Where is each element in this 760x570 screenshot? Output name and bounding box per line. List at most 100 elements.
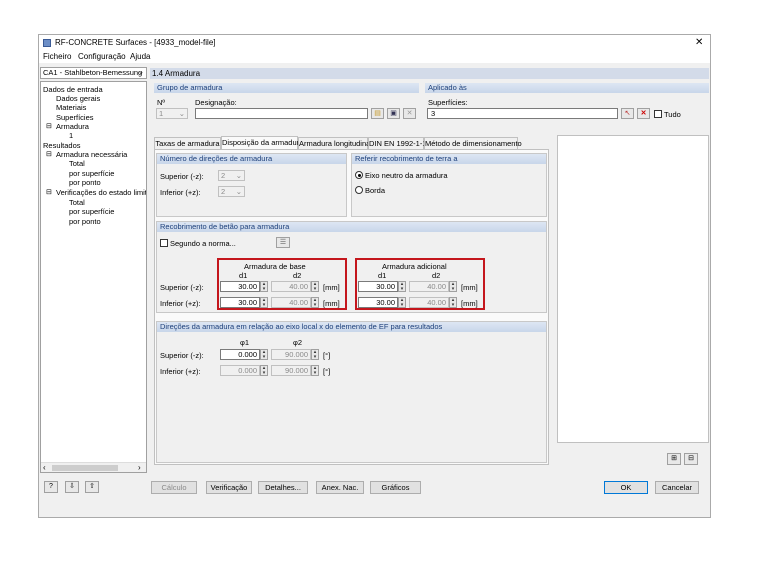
add-bottom-d2-input[interactable]: 40.00	[409, 297, 449, 308]
spinner-icon[interactable]: ▴ ▾	[398, 297, 406, 308]
tree-per-point-2[interactable]: por ponto	[69, 217, 101, 226]
ok-button[interactable]: OK	[604, 481, 648, 494]
add-title: Armadura adicional	[382, 262, 447, 271]
base-top-d2-input[interactable]: 40.00	[271, 281, 311, 292]
scroll-left-icon[interactable]: ‹	[43, 463, 46, 472]
spinner-icon[interactable]: ▴ ▾	[311, 349, 319, 360]
spinner-icon[interactable]: ▴ ▾	[260, 349, 268, 360]
base-bottom-d1-input[interactable]: 30.00	[220, 297, 260, 308]
export-icon[interactable]: ⊞	[667, 453, 681, 465]
tree-reinforcement-1[interactable]: 1	[69, 131, 73, 140]
all-label: Tudo	[664, 110, 681, 119]
top-phi2-input[interactable]: 90.000	[271, 349, 311, 360]
save-template-icon[interactable]: ⇩	[65, 481, 79, 493]
cancel-button[interactable]: Cancelar	[655, 481, 699, 494]
base-title: Armadura de base	[244, 262, 306, 271]
tree-total-2[interactable]: Total	[69, 198, 85, 207]
cover-panel: Recobrimento de betão para armadura Segu…	[156, 221, 547, 313]
graphics-button[interactable]: Gráficos	[370, 481, 421, 494]
group-no-value: 1	[159, 109, 164, 118]
menu-file[interactable]: Ficheiro	[43, 52, 71, 61]
tree-results[interactable]: Resultados	[43, 141, 81, 150]
title-bar[interactable]: RF-CONCRETE Surfaces - [4933_model-file]…	[39, 35, 710, 51]
check-button[interactable]: Verificação	[206, 481, 252, 494]
all-checkbox[interactable]	[654, 110, 662, 118]
bottom-phi1-input[interactable]: 0.000	[220, 365, 260, 376]
copy-icon[interactable]: ▣	[387, 108, 400, 119]
cover-top-label: Superior (-z):	[160, 283, 204, 292]
directions-bottom-select[interactable]: 2 ⌄	[218, 186, 245, 197]
base-bottom-d2-input[interactable]: 40.00	[271, 297, 311, 308]
chevron-down-icon: ⌄	[235, 171, 242, 180]
norm-checkbox[interactable]	[160, 239, 168, 247]
bottom-phi2-input[interactable]: 90.000	[271, 365, 311, 376]
add-top-d2-input[interactable]: 40.00	[409, 281, 449, 292]
tree-per-point-1[interactable]: por ponto	[69, 178, 101, 187]
close-icon[interactable]: ✕	[695, 37, 703, 48]
add-top-d1-input[interactable]: 30.00	[358, 281, 398, 292]
load-template-icon[interactable]: ⇧	[85, 481, 99, 493]
radio-edge[interactable]	[355, 186, 363, 194]
open-folder-icon[interactable]: ▤	[371, 108, 384, 119]
national-annex-button[interactable]: Anex. Nac.	[316, 481, 364, 494]
base-d1-header: d1	[239, 271, 248, 280]
tree-general-data[interactable]: Dados gerais	[56, 94, 100, 103]
spinner-icon[interactable]: ▴ ▾	[449, 297, 457, 308]
tree-per-surface-1[interactable]: por superfície	[69, 169, 114, 178]
tree-total-1[interactable]: Total	[69, 159, 85, 168]
scroll-thumb[interactable]	[52, 465, 118, 471]
radio-edge-label: Borda	[365, 186, 386, 195]
scroll-right-icon[interactable]: ›	[138, 463, 141, 472]
calculation-button[interactable]: Cálculo	[151, 481, 197, 494]
surfaces-input[interactable]: 3	[427, 108, 618, 119]
spinner-icon[interactable]: ▴ ▾	[449, 281, 457, 292]
menu-settings[interactable]: Configuração	[78, 52, 126, 61]
top-phi1-input[interactable]: 0.000	[220, 349, 260, 360]
tree-reinforcement[interactable]: Armadura	[56, 122, 89, 131]
directions-top-select[interactable]: 2 ⌄	[218, 170, 245, 181]
tree-required-reinforcement[interactable]: Armadura necessária	[56, 150, 127, 159]
radio-neutral-axis[interactable]	[355, 171, 363, 179]
base-top-d1-input[interactable]: 30.00	[220, 281, 260, 292]
base-bottom-unit: [mm]	[323, 299, 340, 308]
cover-bottom-label: Inferior (+z):	[160, 299, 201, 308]
spinner-icon[interactable]: ▴ ▾	[398, 281, 406, 292]
tree-surfaces[interactable]: Superfícies	[56, 113, 94, 122]
clear-icon[interactable]: ✕	[637, 108, 650, 119]
spinner-icon[interactable]: ▴ ▾	[260, 297, 268, 308]
menu-help[interactable]: Ajuda	[130, 52, 150, 61]
details-button[interactable]: Detalhes...	[258, 481, 308, 494]
top-angle-unit: [°]	[323, 351, 331, 360]
tab-design-method[interactable]: Método de dimensionamento	[424, 137, 522, 149]
tree-per-surface-2[interactable]: por superfície	[69, 207, 114, 216]
chevron-down-icon: ⌄	[138, 69, 144, 76]
norm-settings-icon[interactable]: ☰	[276, 237, 290, 248]
tab-reinforcement-ratios[interactable]: Taxas de armadura	[154, 137, 221, 149]
spinner-icon[interactable]: ▴ ▾	[311, 281, 319, 292]
tab-longitudinal-reinforcement[interactable]: Armadura longitudinal	[298, 137, 372, 149]
tab-reinforcement-layout[interactable]: Disposição da armadura	[221, 136, 303, 150]
spinner-icon[interactable]: ▴ ▾	[260, 365, 268, 376]
spinner-icon[interactable]: ▴ ▾	[311, 297, 319, 308]
case-combo[interactable]: CA1 - Stahlbeton-Bemessung ⌄	[40, 67, 147, 79]
tree-scrollbar[interactable]: ‹ ›	[41, 462, 146, 472]
import-icon[interactable]: ⊟	[684, 453, 698, 465]
expand-minus-icon[interactable]: ⊟	[46, 150, 52, 159]
tab-din-en[interactable]: DIN EN 1992-1-1	[368, 137, 427, 149]
delete-icon[interactable]: ✕	[403, 108, 416, 119]
tree-materials[interactable]: Materiais	[56, 103, 86, 112]
pick-cursor-icon[interactable]: ↖	[621, 108, 634, 119]
expand-minus-icon[interactable]: ⊟	[46, 188, 52, 197]
spinner-icon[interactable]: ▴ ▾	[311, 365, 319, 376]
tree-input-data[interactable]: Dados de entrada	[43, 85, 103, 94]
section-title: 1.4 Armadura	[152, 69, 201, 78]
help-icon[interactable]: ?	[44, 481, 58, 493]
group-no-select[interactable]: 1 ⌄	[156, 108, 188, 119]
spinner-icon[interactable]: ▴ ▾	[260, 281, 268, 292]
angles-top-label: Superior (-z):	[160, 351, 204, 360]
expand-minus-icon[interactable]: ⊟	[46, 122, 52, 131]
tree-sls-checks[interactable]: Verificações do estado limite de	[56, 188, 146, 197]
group-name-input[interactable]	[195, 108, 368, 119]
add-bottom-d1-input[interactable]: 30.00	[358, 297, 398, 308]
group-panel: Grupo de armadura Nº Designação: 1 ⌄ ▤ ▣…	[154, 83, 419, 125]
